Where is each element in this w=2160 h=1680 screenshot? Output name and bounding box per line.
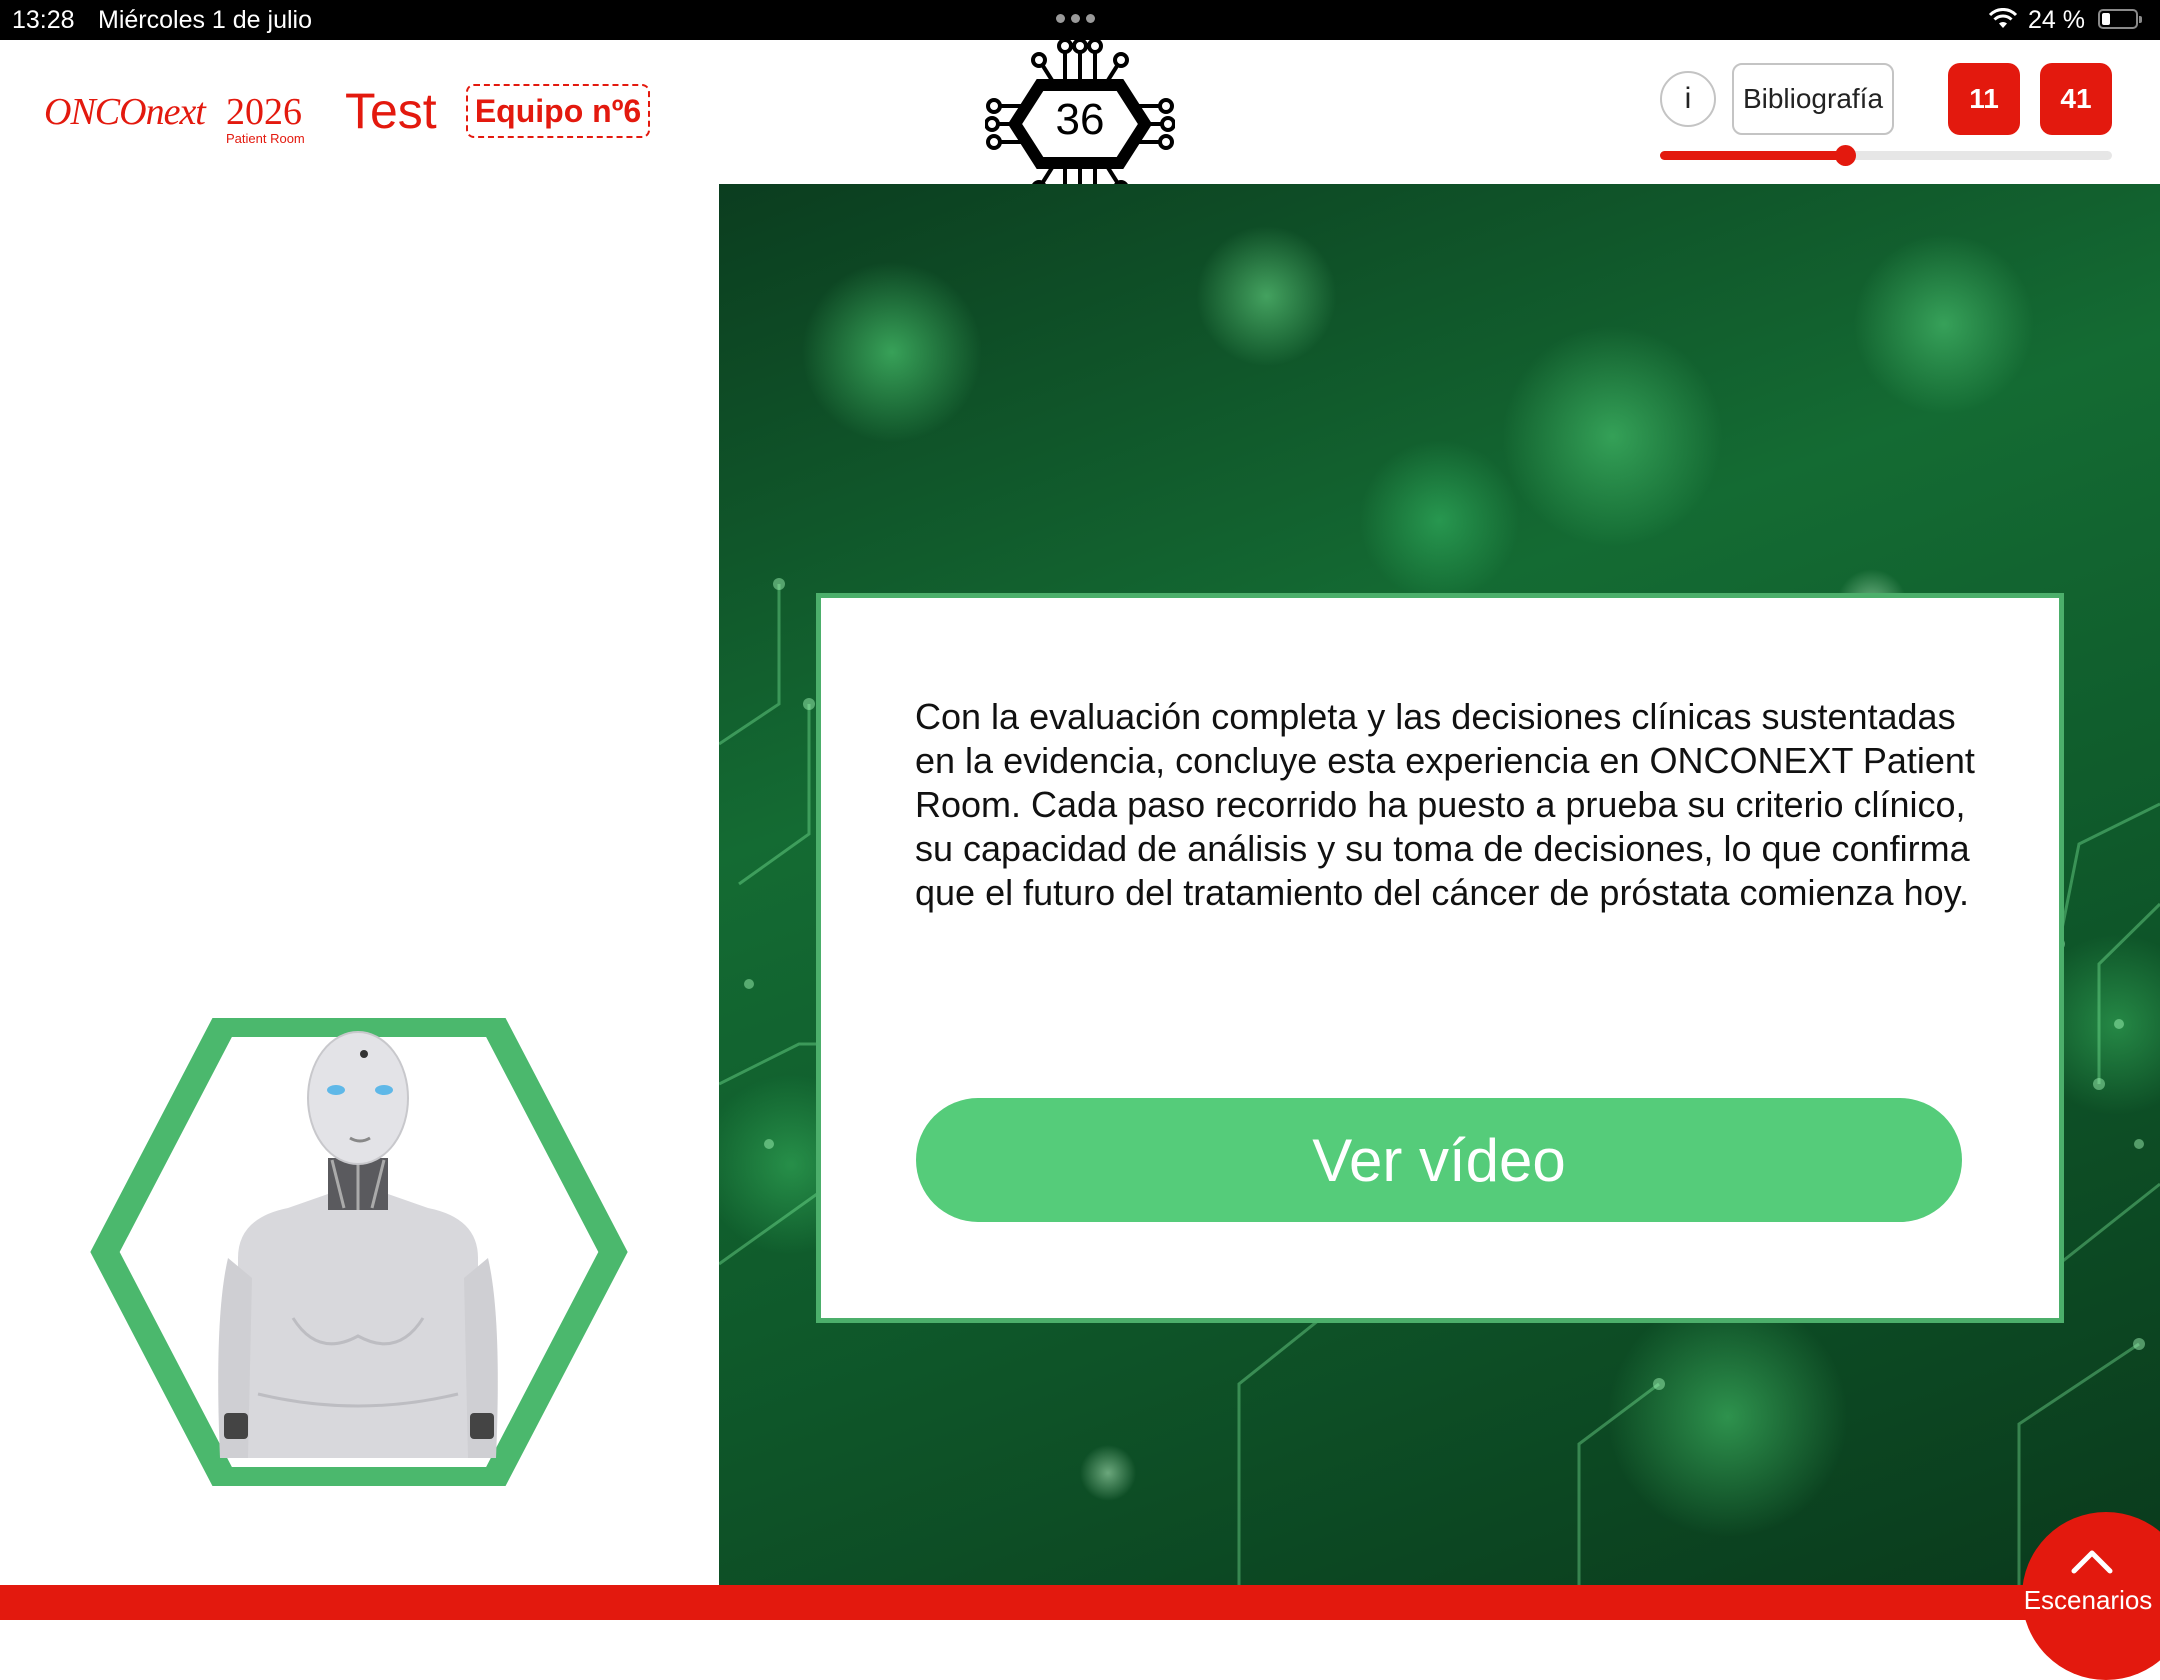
- progress-fill: [1660, 151, 1846, 160]
- progress-knob[interactable]: [1835, 145, 1857, 166]
- battery-icon: [2098, 9, 2142, 29]
- onconext-logo: ONCOnext 2026 Patient Room: [44, 90, 314, 150]
- badge-button-2[interactable]: 41: [2040, 63, 2112, 135]
- info-button[interactable]: i: [1660, 71, 1716, 127]
- bottom-bar: [0, 1585, 2160, 1620]
- logo-brand: ONCOnext: [44, 91, 206, 133]
- badge-button-1[interactable]: 11: [1948, 63, 2020, 135]
- status-bar: 13:28 Miércoles 1 de julio 24 %: [0, 0, 2160, 40]
- status-date: Miércoles 1 de julio: [98, 6, 312, 34]
- chevron-up-icon: [2071, 1550, 2113, 1574]
- status-time: 13:28: [12, 6, 75, 34]
- multitasking-dots-icon[interactable]: [1056, 14, 1095, 23]
- bibliography-button[interactable]: Bibliografía: [1732, 63, 1894, 135]
- progress-slider[interactable]: [1660, 145, 2112, 166]
- scenarios-label: Escenarios: [2023, 1585, 2153, 1615]
- logo-year: 2026: [226, 91, 302, 133]
- battery-percent: 24 %: [2028, 6, 2085, 34]
- message-text: Con la evaluación completa y las decisio…: [915, 696, 1975, 913]
- wifi-icon: [1988, 8, 2018, 28]
- team-badge: Equipo nº6: [466, 84, 650, 138]
- watch-video-button[interactable]: Ver vídeo: [916, 1098, 1962, 1222]
- mode-label: Test: [345, 83, 437, 139]
- logo-subtitle: Patient Room: [226, 131, 305, 146]
- counter-value: 36: [1055, 95, 1105, 144]
- robot-avatar-image: [90, 1018, 628, 1486]
